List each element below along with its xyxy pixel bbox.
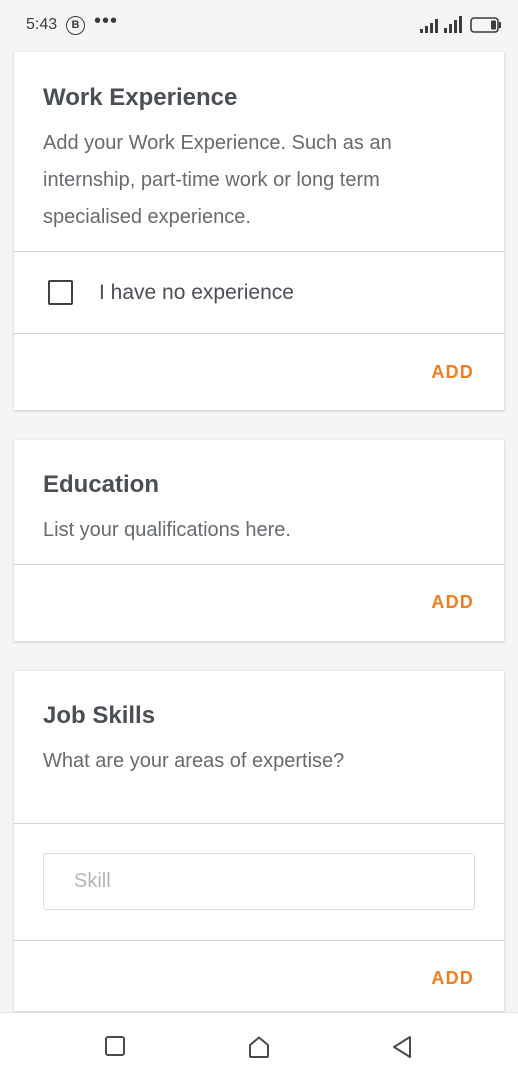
navigation-bar [0, 1012, 518, 1080]
divider [14, 940, 504, 941]
education-card: Education List your qualifications here.… [14, 440, 504, 641]
divider [14, 333, 504, 334]
job-skills-card: Job Skills What are your areas of expert… [14, 671, 504, 1011]
signal-icon [420, 16, 462, 33]
card-title: Education [43, 471, 160, 498]
square-icon[interactable] [104, 1035, 126, 1057]
back-triangle-icon[interactable] [391, 1035, 413, 1059]
no-experience-row[interactable]: I have no experience [14, 252, 504, 333]
more-notifications-icon: ••• [94, 10, 119, 32]
skill-input[interactable] [43, 853, 475, 910]
card-description: Add your Work Experience. Such as an int… [43, 132, 392, 228]
add-education-button[interactable]: ADD [431, 592, 474, 613]
status-bar: 5:43 B ••• [0, 0, 518, 52]
home-icon[interactable] [247, 1035, 271, 1059]
divider [14, 564, 504, 565]
work-experience-card: Work Experience Add your Work Experience… [14, 52, 504, 410]
card-title: Work Experience [43, 84, 238, 111]
divider [14, 823, 504, 824]
status-time: 5:43 [26, 16, 58, 33]
no-experience-checkbox[interactable] [48, 280, 73, 305]
no-experience-label: I have no experience [99, 281, 294, 304]
b-badge-icon: B [66, 16, 85, 35]
card-description: List your qualifications here. [43, 519, 291, 541]
add-work-experience-button[interactable]: ADD [431, 362, 474, 383]
add-skill-button[interactable]: ADD [431, 968, 474, 989]
battery-icon [470, 17, 501, 33]
card-description: What are your areas of expertise? [43, 750, 345, 772]
card-title: Job Skills [43, 702, 156, 729]
